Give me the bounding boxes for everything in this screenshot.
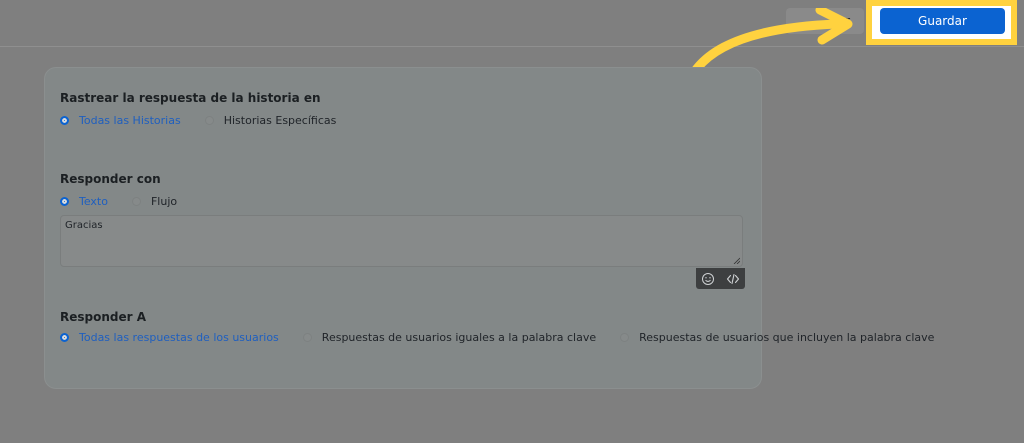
resize-handle-icon[interactable] [733,257,740,264]
text-tools-bar [696,268,745,289]
respond-to-option-include-label: Respuestas de usuarios que incluyen la p… [639,331,935,344]
respond-to-option-equal-label: Respuestas de usuarios iguales a la pala… [321,331,597,344]
radio-unselected-icon[interactable] [620,333,630,342]
radio-unselected-icon[interactable] [302,333,312,342]
track-option-all-label: Todas las Historias [79,114,181,127]
respond-with-radio-group: Texto Flujo [60,195,201,208]
track-option-specific-label: Historias Específicas [223,114,337,127]
respond-with-option-flow[interactable]: Flujo [131,195,178,208]
respond-to-option-include[interactable]: Respuestas de usuarios que incluyen la p… [620,331,934,344]
respond-to-title: Responder A [60,310,147,324]
respond-to-option-all-label: Todas las respuestas de los usuarios [79,331,279,344]
track-radio-group: Todas las Historias Historias Específica… [60,114,360,127]
track-option-specific[interactable]: Historias Específicas [204,114,337,127]
respond-to-radio-group: Todas las respuestas de los usuarios Res… [60,331,958,344]
track-title: Rastrear la respuesta de la historia en [60,91,321,105]
code-icon[interactable] [726,272,740,286]
radio-selected-icon[interactable] [60,197,69,206]
reply-text-field[interactable]: Gracias [60,215,743,267]
track-option-all[interactable]: Todas las Historias [60,114,181,127]
emoji-icon[interactable] [701,272,715,286]
respond-with-option-text[interactable]: Texto [60,195,108,208]
radio-unselected-icon[interactable] [204,116,214,125]
radio-selected-icon[interactable] [60,333,69,342]
radio-unselected-icon[interactable] [131,197,141,206]
radio-selected-icon[interactable] [60,116,69,125]
respond-with-option-flow-label: Flujo [150,195,178,208]
respond-to-option-all[interactable]: Todas las respuestas de los usuarios [60,331,279,344]
respond-with-option-text-label: Texto [79,195,108,208]
reply-text-value: Gracias [65,220,103,231]
save-button[interactable]: Guardar [880,8,1005,34]
respond-to-option-equal[interactable]: Respuestas de usuarios iguales a la pala… [302,331,597,344]
respond-with-title: Responder con [60,172,161,186]
